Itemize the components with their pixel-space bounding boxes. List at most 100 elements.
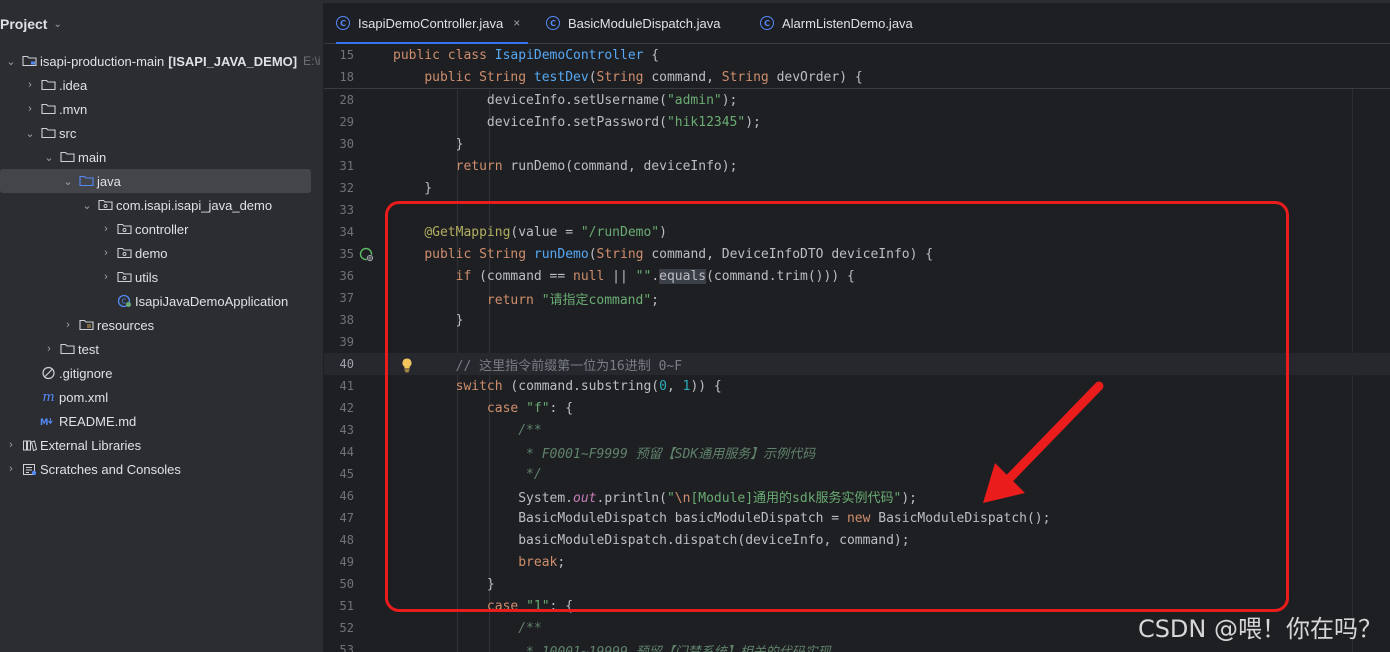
lightbulb-icon[interactable] [399,357,415,373]
code-text[interactable]: @GetMapping(value = "/runDemo") [393,225,667,240]
chevron-right-icon[interactable]: › [23,103,37,115]
code-line[interactable]: 37 return "请指定command"; [324,287,1390,309]
code-line[interactable]: 41 switch (command.substring(0, 1)) { [324,375,1390,397]
code-line[interactable]: 46 System.out.println("\n[Module]通用的sdk服… [324,485,1390,507]
code-text[interactable]: } [393,577,495,592]
close-icon[interactable]: × [513,16,520,30]
code-text[interactable]: public class IsapiDemoController { [393,48,659,63]
tab-basic-module-dispatch[interactable]: C BasicModuleDispatch.java [546,3,720,43]
code-line[interactable]: 43 /** [324,419,1390,441]
chevron-right-icon[interactable]: › [42,343,56,355]
code-line[interactable]: 45 */ [324,463,1390,485]
tree-item-scratches-and-consoles[interactable]: › Scratches and Consoles [0,457,323,481]
code-editor[interactable]: 15 public class IsapiDemoController {18 p… [324,44,1390,652]
code-line[interactable]: 36 if (command == null || "".equals(comm… [324,265,1390,287]
line-number: 49 [339,555,354,569]
chevron-down-icon[interactable]: ⌄ [42,151,56,164]
code-line[interactable]: 30 } [324,133,1390,155]
code-line[interactable]: 50 } [324,573,1390,595]
code-line[interactable]: 34 @GetMapping(value = "/runDemo") [324,221,1390,243]
line-number: 18 [339,70,354,84]
current-code-line[interactable]: 40 // 这里指令前缀第一位为16进制 0~F [324,353,1390,375]
code-text[interactable]: * 10001~19999 预留【门禁系统】相关的代码实现 [393,641,831,652]
tree-item-label: .gitignore [59,365,113,381]
chevron-right-icon[interactable]: › [99,247,113,259]
line-number: 44 [339,445,354,459]
code-text[interactable]: return "请指定command"; [393,289,659,308]
code-text[interactable]: break; [393,555,565,570]
chevron-right-icon[interactable]: › [99,223,113,235]
code-line[interactable]: 44 * F0001~F9999 预留【SDK通用服务】示例代码 [324,441,1390,463]
tree-item-controller[interactable]: › controller [0,217,323,241]
tree-item-isapi-production-main[interactable]: ⌄ isapi-production-main [ISAPI_JAVA_DEMO] E… [0,49,323,73]
code-line[interactable]: 35 public String runDemo(String command,… [324,243,1390,265]
tree-item-utils[interactable]: › utils [0,265,323,289]
tree-item-idea[interactable]: › .idea [0,73,323,97]
tab-isapi-demo-controller[interactable]: C IsapiDemoController.java × [336,3,529,44]
code-text[interactable]: public String runDemo(String command, De… [393,247,933,262]
code-line[interactable]: 32 } [324,177,1390,199]
spring-endpoint-run-icon[interactable] [359,247,375,263]
chevron-down-icon[interactable]: ⌄ [61,175,75,188]
code-text[interactable]: case "f": { [393,401,573,416]
tree-item-resources[interactable]: › resources [0,313,323,337]
chevron-right-icon[interactable]: › [4,439,18,451]
chevron-right-icon[interactable]: › [4,463,18,475]
sticky-line[interactable]: 15 public class IsapiDemoController { [324,44,1390,66]
sticky-lines-header[interactable]: 15 public class IsapiDemoController {18 p… [324,44,1390,89]
tree-item-java[interactable]: ⌄ java [0,169,311,193]
tab-alarm-listen-demo[interactable]: C AlarmListenDemo.java [760,3,913,43]
code-text[interactable]: /** [393,621,542,636]
tree-item-readme-md[interactable]: M README.md [0,409,323,433]
code-line[interactable]: 31 return runDemo(command, deviceInfo); [324,155,1390,177]
code-text[interactable]: basicModuleDispatch.dispatch(deviceInfo,… [393,533,909,548]
tree-item-mvn[interactable]: › .mvn [0,97,323,121]
code-line[interactable]: 48 basicModuleDispatch.dispatch(deviceIn… [324,529,1390,551]
code-line[interactable]: 28 deviceInfo.setUsername("admin"); [324,89,1390,111]
code-text[interactable]: } [393,137,464,152]
tree-item-main[interactable]: ⌄ main [0,145,323,169]
code-text[interactable]: case "1": { [393,599,573,614]
chevron-down-icon[interactable]: ⌄ [23,127,37,140]
code-text[interactable]: // 这里指令前缀第一位为16进制 0~F [393,355,682,374]
code-text[interactable]: } [393,181,432,196]
libraries-icon [21,438,37,452]
sticky-line[interactable]: 18 public String testDev(String command,… [324,66,1390,88]
chevron-right-icon[interactable]: › [23,79,37,91]
code-text[interactable]: System.out.println("\n[Module]通用的sdk服务实例… [393,487,917,506]
code-line[interactable]: 47 BasicModuleDispatch basicModuleDispat… [324,507,1390,529]
code-text[interactable]: */ [393,467,542,482]
code-text[interactable]: * F0001~F9999 预留【SDK通用服务】示例代码 [393,443,815,462]
project-view-header[interactable]: Project ⌄ [0,13,62,35]
chevron-down-icon[interactable]: ⌄ [80,199,94,212]
code-line[interactable]: 42 case "f": { [324,397,1390,419]
code-text[interactable]: BasicModuleDispatch basicModuleDispatch … [393,511,1050,526]
tree-item-pom-xml[interactable]: m pom.xml [0,385,323,409]
code-line[interactable]: 39 [324,331,1390,353]
code-text[interactable]: } [393,313,464,328]
tree-item-demo[interactable]: › demo [0,241,323,265]
chevron-down-icon[interactable]: ⌄ [53,19,61,30]
tree-item-external-libraries[interactable]: › External Libraries [0,433,323,457]
code-text[interactable]: /** [393,423,542,438]
chevron-down-icon[interactable]: ⌄ [4,55,18,68]
tree-item-test[interactable]: › test [0,337,323,361]
code-text[interactable]: switch (command.substring(0, 1)) { [393,379,722,394]
chevron-right-icon[interactable]: › [99,271,113,283]
code-line[interactable]: 38 } [324,309,1390,331]
code-line[interactable]: 33 [324,199,1390,221]
code-line[interactable]: 49 break; [324,551,1390,573]
code-text[interactable]: public String testDev(String command, St… [393,70,862,85]
code-text[interactable]: if (command == null || "".equals(command… [393,268,855,284]
code-text[interactable]: return runDemo(command, deviceInfo); [393,159,738,174]
tree-item-gitignore[interactable]: .gitignore [0,361,323,385]
chevron-right-icon[interactable]: › [61,319,75,331]
tree-item-isapijavademoapplication[interactable]: C IsapiJavaDemoApplication [0,289,323,313]
tree-item-com-isapi-isapi-java-demo[interactable]: ⌄ com.isapi.isapi_java_demo [0,193,323,217]
tree-item-src[interactable]: ⌄ src [0,121,323,145]
line-number: 39 [339,335,354,349]
code-text[interactable]: deviceInfo.setUsername("admin"); [393,93,737,108]
code-line[interactable]: 29 deviceInfo.setPassword("hik12345"); [324,111,1390,133]
tree-item-label: test [78,341,99,357]
code-text[interactable]: deviceInfo.setPassword("hik12345"); [393,115,761,130]
